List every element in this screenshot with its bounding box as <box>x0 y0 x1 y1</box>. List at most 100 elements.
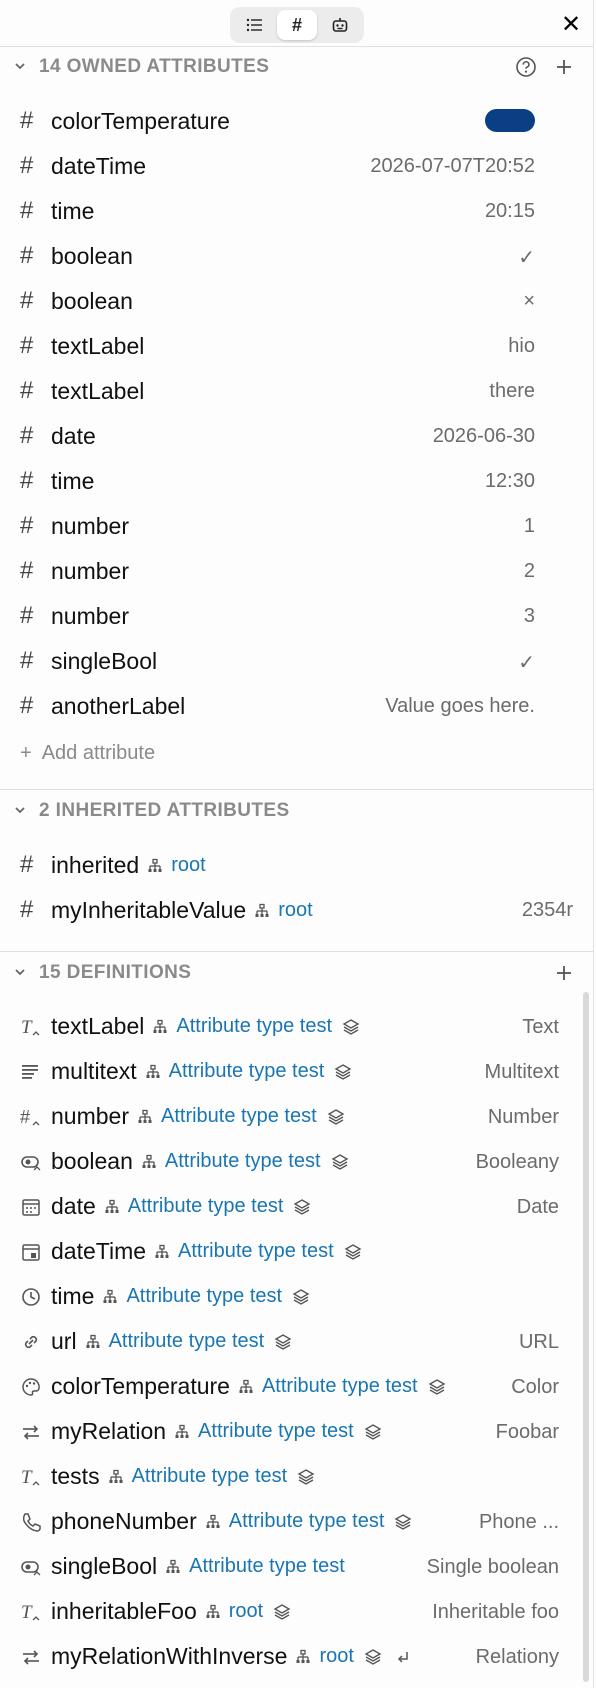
definition-value: Single boolean <box>426 1556 559 1578</box>
attribute-row[interactable]: # number 2 <box>0 548 593 593</box>
source-link[interactable]: root <box>278 899 312 922</box>
definition-name: boolean <box>51 1148 133 1174</box>
hash-icon: # <box>20 896 34 923</box>
source-link[interactable]: Attribute type test <box>189 1555 345 1578</box>
source-link[interactable]: Attribute type test <box>176 1015 332 1038</box>
definition-name: url <box>51 1328 77 1354</box>
attribute-row[interactable]: # singleBool ✓ <box>0 638 593 683</box>
help-button[interactable] <box>514 55 538 79</box>
definition-row[interactable]: myRelationWithInverse root Relationy <box>0 1634 593 1679</box>
hierarchy-icon <box>141 1154 157 1170</box>
color-swatch[interactable] <box>485 109 535 132</box>
inherited-attributes-header[interactable]: 2 INHERITED ATTRIBUTES <box>0 791 593 831</box>
definition-row[interactable]: # number Attribute type test Number <box>0 1094 593 1139</box>
definition-row[interactable]: time Attribute type test <box>0 1274 593 1319</box>
attribute-value[interactable]: 2354r <box>522 899 573 922</box>
source-link[interactable]: root <box>229 1600 263 1623</box>
source-link[interactable]: Attribute type test <box>169 1060 325 1083</box>
attribute-row[interactable]: # number 1 <box>0 503 593 548</box>
definitions-header[interactable]: 15 DEFINITIONS <box>0 953 593 993</box>
definition-row[interactable]: multitext Attribute type test Multitext <box>0 1049 593 1094</box>
add-attribute-button[interactable]: + Add attribute <box>20 742 155 765</box>
attribute-value[interactable]: ✓ <box>518 245 535 270</box>
definition-name: date <box>51 1193 96 1219</box>
attribute-value[interactable]: 2026-07-07T20:52 <box>370 155 535 178</box>
definition-line: dateTime Attribute type test <box>51 1238 362 1265</box>
source-link[interactable]: Attribute type test <box>198 1420 354 1443</box>
add-attribute-header-button[interactable] <box>552 55 576 79</box>
definition-row[interactable]: url Attribute type test URL <box>0 1319 593 1364</box>
ai-view-button[interactable] <box>320 10 360 40</box>
attribute-row[interactable]: # dateTime 2026-07-07T20:52 <box>0 143 593 188</box>
attribute-value[interactable]: 2 <box>524 560 535 583</box>
toolbar: # ✕ <box>0 0 593 47</box>
definition-row[interactable]: myRelation Attribute type test Foobar <box>0 1409 593 1454</box>
attribute-row[interactable]: # time 20:15 <box>0 188 593 233</box>
attribute-row[interactable]: # colorTemperature <box>0 98 593 143</box>
source-link[interactable]: Attribute type test <box>165 1150 321 1173</box>
attribute-value[interactable]: 1 <box>524 515 535 538</box>
add-definition-button[interactable] <box>552 961 576 985</box>
source-link[interactable]: Attribute type test <box>126 1285 282 1308</box>
definition-value: Phone ... <box>478 1511 559 1533</box>
attribute-row[interactable]: # boolean ✓ <box>0 233 593 278</box>
owned-attributes-header[interactable]: 14 OWNED ATTRIBUTES <box>0 47 593 87</box>
source-link[interactable]: Attribute type test <box>128 1195 284 1218</box>
attribute-value[interactable]: 12:30 <box>485 470 535 493</box>
source-link[interactable]: Attribute type test <box>229 1510 385 1533</box>
attribute-value[interactable]: 3 <box>524 605 535 628</box>
attribute-row[interactable]: # number 3 <box>0 593 593 638</box>
definition-row[interactable]: TtextLabel Attribute type test Text <box>0 1004 593 1049</box>
attribute-row[interactable]: # textLabel there <box>0 368 593 413</box>
attribute-row[interactable]: # date 2026-06-30 <box>0 413 593 458</box>
attribute-value[interactable]: there <box>489 380 535 403</box>
definition-row[interactable]: colorTemperature Attribute type test Color <box>0 1364 593 1409</box>
chevron-down-icon <box>15 807 25 814</box>
attribute-value[interactable]: 20:15 <box>485 200 535 223</box>
definition-row[interactable]: singleBool Attribute type test Single bool… <box>0 1544 593 1589</box>
attribute-row[interactable]: # boolean × <box>0 278 593 323</box>
attribute-name: number <box>51 558 129 584</box>
close-button[interactable]: ✕ <box>557 10 585 38</box>
hierarchy-icon <box>205 1514 221 1530</box>
inherited-attribute-row[interactable]: # inherited root <box>0 842 593 887</box>
source-link[interactable]: Attribute type test <box>109 1330 265 1353</box>
boolean-type-icon <box>20 1556 42 1578</box>
definition-row[interactable]: TinheritableFoo root Inheritable foo <box>0 1589 593 1634</box>
definition-row[interactable]: phoneNumber Attribute type test Phone ... <box>0 1499 593 1544</box>
definition-row[interactable]: Ttests Attribute type test <box>0 1454 593 1499</box>
attribute-value[interactable]: × <box>523 290 535 313</box>
layers-icon <box>334 1063 352 1081</box>
source-link[interactable]: root <box>171 854 205 877</box>
scrollbar[interactable] <box>583 992 589 1682</box>
source-link[interactable]: Attribute type test <box>161 1105 317 1128</box>
hierarchy-icon <box>108 1469 124 1485</box>
attribute-name: textLabel <box>51 333 145 359</box>
source-link[interactable]: Attribute type test <box>262 1375 418 1398</box>
definition-name: time <box>51 1283 95 1309</box>
attribute-row[interactable]: # textLabel hio <box>0 323 593 368</box>
definition-value: Booleany <box>475 1151 559 1173</box>
attribute-value[interactable]: ✓ <box>518 650 535 675</box>
attribute-value[interactable]: Value goes here. <box>385 695 535 718</box>
attribute-value[interactable]: hio <box>508 335 535 358</box>
attribute-name: inherited root <box>51 852 206 879</box>
source-link[interactable]: Attribute type test <box>178 1240 334 1263</box>
attributes-panel: # ✕ 14 OWNED ATTRIBUTES # colorTemperatu… <box>0 0 594 1688</box>
attributes-view-button[interactable]: # <box>277 10 317 40</box>
attribute-value[interactable]: 2026-06-30 <box>433 425 535 448</box>
hash-icon: # <box>20 557 34 584</box>
attribute-name: time <box>51 468 95 494</box>
source-link[interactable]: root <box>319 1645 353 1668</box>
definition-row[interactable]: boolean Attribute type test Booleany <box>0 1139 593 1184</box>
text-type-icon: T <box>20 1601 42 1623</box>
hierarchy-icon <box>102 1289 118 1305</box>
definition-row[interactable]: date Attribute type test Date <box>0 1184 593 1229</box>
attribute-row[interactable]: # anotherLabel Value goes here. <box>0 683 593 728</box>
attribute-name: textLabel <box>51 378 145 404</box>
list-view-button[interactable] <box>234 10 274 40</box>
definition-row[interactable]: dateTime Attribute type test <box>0 1229 593 1274</box>
inherited-attribute-row[interactable]: # myInheritableValue root 2354r <box>0 887 593 932</box>
attribute-row[interactable]: # time 12:30 <box>0 458 593 503</box>
source-link[interactable]: Attribute type test <box>132 1465 288 1488</box>
